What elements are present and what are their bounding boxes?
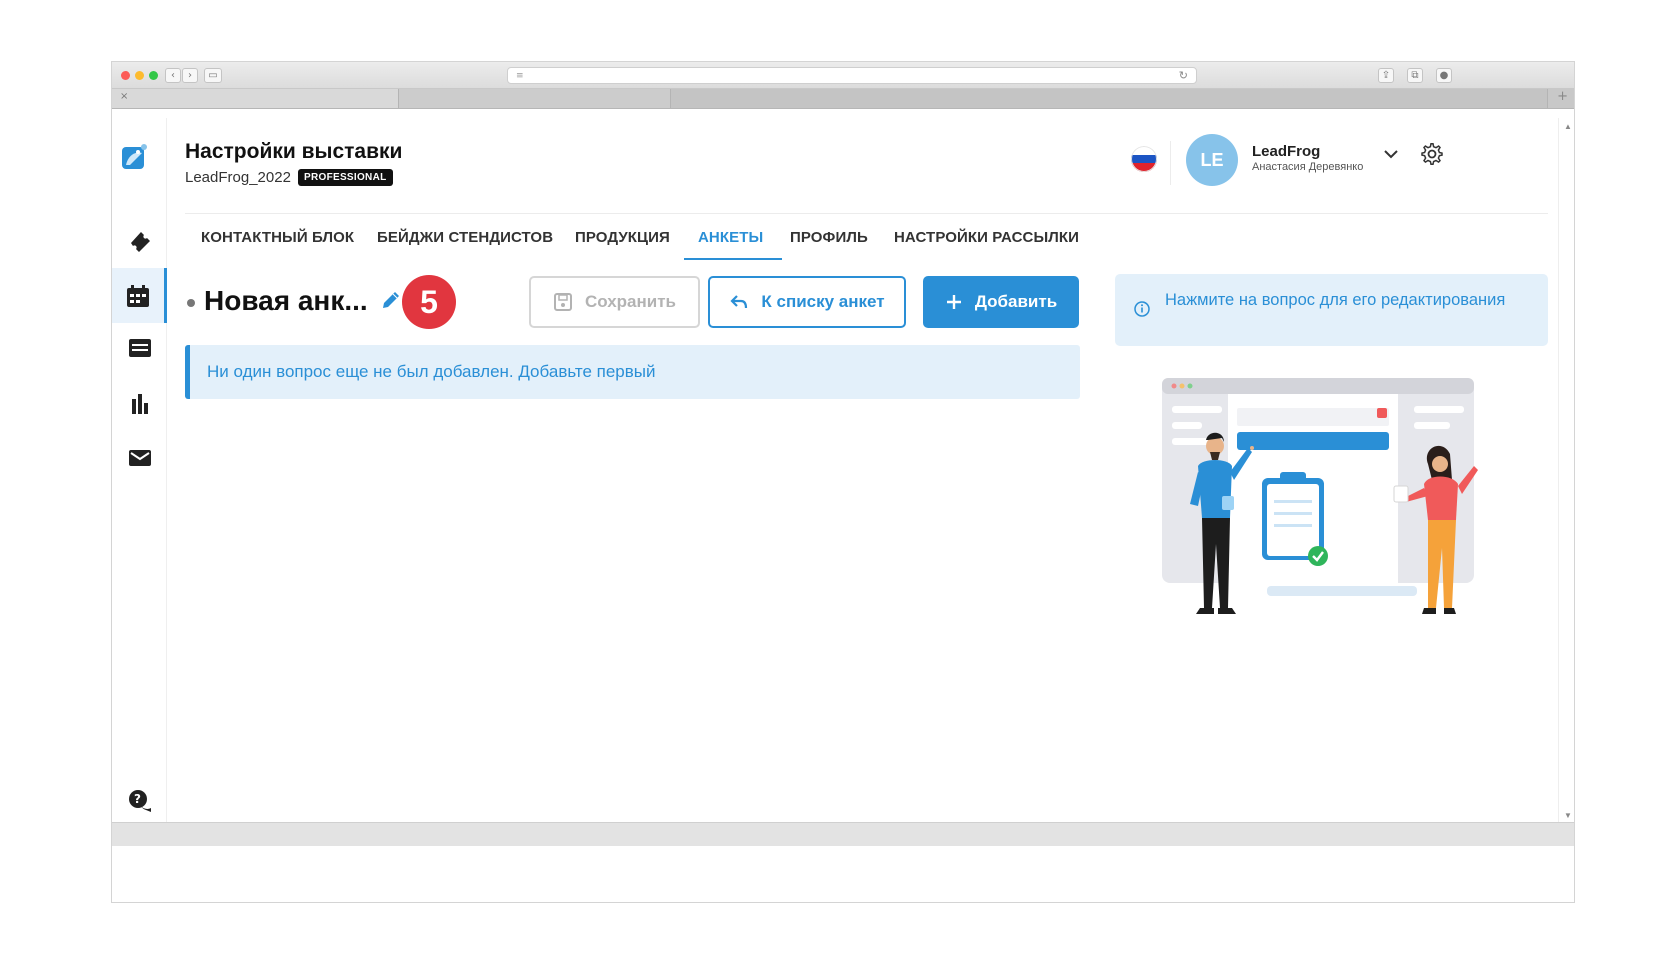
svg-text:?: ? (134, 792, 141, 806)
inbox-icon (128, 338, 151, 357)
browser-tabstrip: × + (112, 89, 1574, 109)
save-button-label: Сохранить (584, 292, 677, 311)
exhibition-name: LeadFrog_2022 (185, 169, 291, 186)
address-bar[interactable]: ≡ ↻ (507, 67, 1197, 84)
page-title: Настройки выставки (185, 140, 403, 163)
sidebar-toggle-icon[interactable]: ▭ (204, 68, 222, 83)
mail-icon (128, 449, 151, 466)
tab-contact-block[interactable]: КОНТАКТНЫЙ БЛОК (201, 218, 354, 258)
vertical-scrollbar[interactable]: ▲ ▼ (1558, 118, 1574, 824)
sidebar-item-exhibitions[interactable] (112, 268, 167, 323)
scroll-down-icon[interactable]: ▼ (1564, 811, 1572, 820)
scroll-up-icon[interactable]: ▲ (1564, 122, 1572, 131)
ticket-icon (130, 231, 150, 252)
tab-profile[interactable]: ПРОФИЛЬ (790, 218, 868, 258)
back-button-label: К списку анкет (761, 292, 885, 311)
add-button-label: Добавить (974, 292, 1058, 311)
chevron-down-icon[interactable] (1381, 144, 1401, 164)
back-icon[interactable]: ‹ (165, 68, 181, 83)
header-separator (1170, 141, 1171, 185)
calendar-grid-icon (127, 284, 149, 307)
status-dot (187, 299, 195, 307)
edit-pencil-icon[interactable] (380, 289, 402, 311)
extension-icon[interactable]: ● (1436, 68, 1452, 83)
sidebar-item-inbox[interactable] (112, 320, 167, 375)
reply-arrow-icon (730, 295, 748, 309)
app-content: ? Настройки выставки LeadFrog_2022 PROFE… (112, 118, 1558, 824)
plan-badge: PROFESSIONAL (298, 169, 393, 186)
back-to-list-button[interactable]: К списку анкет (708, 276, 906, 328)
header-divider (185, 213, 1548, 214)
sidebar-item-tickets[interactable] (112, 213, 167, 268)
help-chat-icon: ? (128, 789, 151, 812)
share-icon[interactable]: ⇪ (1378, 68, 1394, 83)
save-button[interactable]: Сохранить (529, 276, 700, 328)
tab-mailing-settings[interactable]: НАСТРОЙКИ РАССЫЛКИ (894, 218, 1079, 258)
bar-chart-icon (131, 393, 148, 414)
browser-tab[interactable] (399, 89, 671, 108)
info-icon (1134, 301, 1150, 317)
questionnaire-illustration (1162, 378, 1478, 614)
floppy-disk-icon (553, 293, 572, 311)
plus-icon (946, 295, 961, 309)
sidebar-item-help[interactable]: ? (112, 773, 167, 828)
new-tab-icon[interactable]: + (1557, 89, 1568, 104)
reader-icon[interactable]: ≡ (516, 71, 524, 81)
gear-icon[interactable] (1420, 142, 1444, 166)
questionnaire-title: Новая анк... (204, 285, 368, 316)
user-company: LeadFrog (1252, 143, 1321, 160)
browser-window: ‹ › ▭ ≡ ↻ ⇪ ⧉ ● × + ? Настройки выставки… (111, 61, 1575, 903)
russian-flag-icon[interactable] (1131, 146, 1157, 172)
minimize-window-button[interactable] (135, 71, 144, 80)
tabs-overview-icon[interactable]: ⧉ (1407, 68, 1423, 83)
user-name: Анастасия Деревянко (1252, 161, 1364, 173)
reload-icon[interactable]: ↻ (1179, 69, 1188, 82)
leadfrog-logo[interactable] (120, 143, 148, 171)
left-sidebar: ? (112, 118, 167, 824)
edit-hint-panel: Нажмите на вопрос для его редактирования (1115, 274, 1548, 346)
tab-questionnaires[interactable]: АНКЕТЫ (698, 218, 763, 258)
tab-close-icon[interactable]: × (120, 91, 128, 102)
sidebar-item-statistics[interactable] (112, 376, 167, 431)
close-window-button[interactable] (121, 71, 130, 80)
active-tab-indicator (684, 258, 782, 260)
browser-titlebar: ‹ › ▭ ≡ ↻ ⇪ ⧉ ● (112, 62, 1574, 89)
empty-questions-alert: Ни один вопрос еще не был добавлен. Доба… (185, 345, 1080, 399)
hint-text: Нажмите на вопрос для его редактирования (1165, 291, 1506, 309)
tab-staff-badges[interactable]: БЕЙДЖИ СТЕНДИСТОВ (377, 218, 553, 258)
browser-tab[interactable]: × (112, 89, 399, 108)
browser-tab[interactable] (671, 89, 1548, 108)
forward-icon[interactable]: › (182, 68, 198, 83)
browser-status-bar (112, 822, 1574, 846)
step-number-badge: 5 (402, 275, 456, 329)
zoom-window-button[interactable] (149, 71, 158, 80)
add-question-button[interactable]: Добавить (923, 276, 1079, 328)
sidebar-item-mail[interactable] (112, 430, 167, 485)
tab-products[interactable]: ПРОДУКЦИЯ (575, 218, 670, 258)
avatar[interactable]: LE (1186, 134, 1238, 186)
